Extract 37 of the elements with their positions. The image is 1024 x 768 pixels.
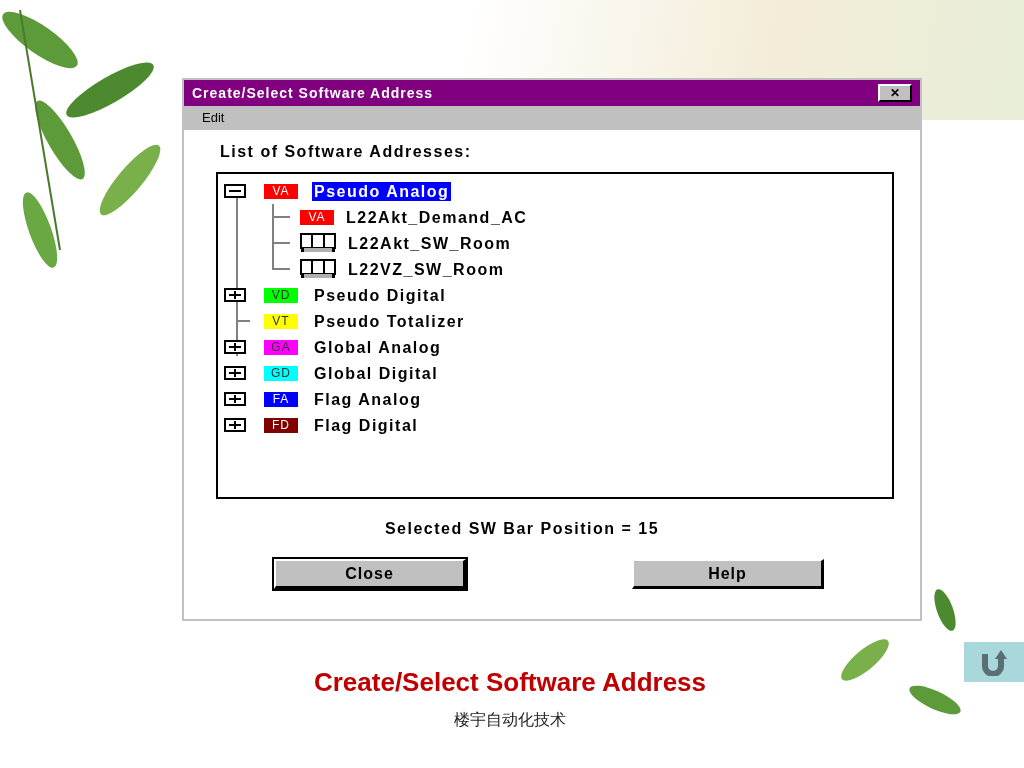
tree-item[interactable]: Flag Analog <box>312 389 424 409</box>
tree-item[interactable]: L22Akt_SW_Room <box>346 233 514 253</box>
close-button[interactable]: ✕ <box>878 84 912 102</box>
type-tag: GA <box>264 339 298 355</box>
u-turn-arrow-icon <box>979 648 1009 676</box>
tree-item[interactable]: Global Analog <box>312 337 444 357</box>
expand-icon[interactable] <box>224 418 246 432</box>
type-tag: VD <box>264 287 298 303</box>
bar-block-icon <box>300 259 336 279</box>
menu-item[interactable]: Edit <box>200 108 227 128</box>
tree-item[interactable]: L22VZ_SW_Room <box>346 259 507 279</box>
expand-icon[interactable] <box>224 288 246 302</box>
expand-icon[interactable] <box>224 392 246 406</box>
list-label: List of Software Addresses: <box>220 143 472 160</box>
tree-item[interactable]: Flag Digital <box>312 415 421 435</box>
type-tag: FA <box>264 391 298 407</box>
bar-block-icon <box>300 233 336 253</box>
status-text: Selected SW Bar Position = 15 <box>384 519 660 539</box>
tree-item[interactable]: Pseudo Totalizer <box>312 311 467 331</box>
dialog-button[interactable]: Close <box>274 559 466 589</box>
slide-subtitle: 楼宇自动化技术 <box>454 710 566 730</box>
type-tag: VA <box>300 209 334 225</box>
collapse-icon[interactable] <box>224 184 246 198</box>
slide-title: Create/Select Software Address <box>313 666 707 699</box>
tree-item[interactable]: Global Digital <box>312 363 441 383</box>
type-tag: FD <box>264 417 298 433</box>
tree-item[interactable]: Pseudo Digital <box>312 285 449 305</box>
window-title: Create/Select Software Address <box>192 83 434 103</box>
type-tag: GD <box>264 365 298 381</box>
expand-icon[interactable] <box>224 340 246 354</box>
type-tag: VA <box>264 183 298 199</box>
return-button[interactable] <box>964 642 1024 682</box>
dialog-button[interactable]: Help <box>632 559 824 589</box>
type-tag: VT <box>264 313 298 329</box>
tree-item[interactable]: Pseudo Analog <box>312 181 452 201</box>
tree-item[interactable]: L22Akt_Demand_AC <box>344 207 530 227</box>
expand-icon[interactable] <box>224 366 246 380</box>
